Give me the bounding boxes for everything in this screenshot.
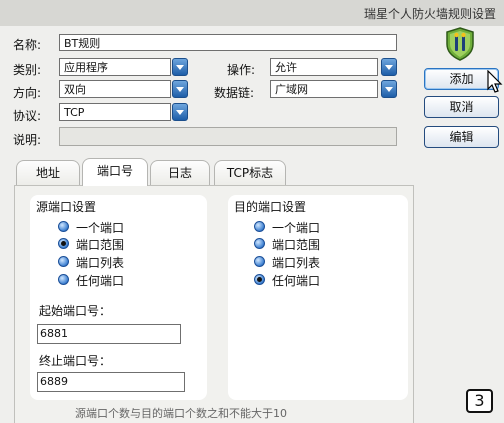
source-option-label: 端口列表: [76, 256, 125, 270]
dest-option-label: 端口列表: [272, 256, 321, 270]
datalink-select[interactable]: 广域网: [270, 80, 400, 98]
name-field[interactable]: BT规则: [59, 34, 397, 51]
shield-icon: [446, 27, 474, 61]
source-port-group: 源端口设置 一个端口 端口范围 端口列表 任何端口 起始端口号： 6881 终止…: [30, 195, 207, 400]
category-label: 类别:: [13, 63, 42, 77]
chevron-down-icon[interactable]: [381, 58, 397, 76]
dest-option-label: 端口范围: [272, 238, 321, 252]
source-radio-range[interactable]: [58, 238, 69, 249]
end-port-label: 终止端口号：: [39, 354, 112, 368]
source-radio-single[interactable]: [58, 221, 69, 232]
datalink-value: 广域网: [270, 80, 378, 98]
source-option-label: 端口范围: [76, 238, 125, 252]
edit-button[interactable]: 编辑: [424, 126, 499, 148]
source-radio-list[interactable]: [58, 256, 69, 267]
tab-port[interactable]: 端口号: [82, 158, 148, 186]
start-port-input[interactable]: 6881: [37, 324, 181, 344]
category-value: 应用程序: [59, 58, 171, 76]
source-option-label: 任何端口: [76, 274, 125, 288]
port-count-hint: 源端口个数与目的端口个数之和不能大于10: [75, 407, 287, 420]
chevron-down-icon[interactable]: [381, 80, 397, 98]
start-port-label: 起始端口号：: [39, 304, 112, 318]
dest-radio-range[interactable]: [254, 238, 265, 249]
category-select[interactable]: 应用程序: [59, 58, 189, 76]
tab-address[interactable]: 地址: [16, 160, 80, 186]
chevron-down-icon[interactable]: [172, 58, 188, 76]
protocol-value: TCP: [59, 103, 171, 121]
end-port-input[interactable]: 6889: [37, 372, 185, 392]
window-title: 瑞星个人防火墙规则设置: [363, 7, 496, 21]
direction-label: 方向:: [13, 86, 42, 100]
step-badge: 3: [466, 389, 493, 413]
dest-radio-any[interactable]: [254, 274, 265, 285]
datalink-label: 数据链:: [214, 86, 255, 100]
action-value: 允许: [270, 58, 378, 76]
source-radio-any[interactable]: [58, 274, 69, 285]
name-label: 名称:: [13, 38, 42, 52]
description-label: 说明:: [13, 133, 42, 147]
dest-option-label: 一个端口: [272, 221, 321, 235]
title-bar: 瑞星个人防火墙规则设置: [0, 0, 504, 26]
dest-port-group: 目的端口设置 一个端口 端口范围 端口列表 任何端口: [228, 195, 408, 400]
tab-tcp-flags[interactable]: TCP标志: [214, 160, 286, 186]
dest-radio-single[interactable]: [254, 221, 265, 232]
action-label: 操作:: [227, 63, 256, 77]
firewall-rule-window: 瑞星个人防火墙规则设置 名称: BT规则 类别: 应用程序 操作: 允许 方向:…: [0, 0, 504, 423]
chevron-down-icon[interactable]: [172, 103, 188, 121]
dest-option-label: 任何端口: [272, 274, 321, 288]
tab-log[interactable]: 日志: [150, 160, 210, 186]
action-select[interactable]: 允许: [270, 58, 400, 76]
direction-value: 双向: [59, 80, 171, 98]
description-field[interactable]: [59, 127, 397, 146]
source-port-title: 源端口设置: [36, 200, 97, 214]
cancel-button[interactable]: 取消: [424, 96, 499, 118]
source-option-label: 一个端口: [76, 221, 125, 235]
dest-port-title: 目的端口设置: [234, 200, 307, 214]
dest-radio-list[interactable]: [254, 256, 265, 267]
protocol-label: 协议:: [13, 109, 42, 123]
mouse-cursor-icon: [487, 70, 503, 93]
protocol-select[interactable]: TCP: [59, 103, 189, 121]
chevron-down-icon[interactable]: [172, 80, 188, 98]
direction-select[interactable]: 双向: [59, 80, 189, 98]
